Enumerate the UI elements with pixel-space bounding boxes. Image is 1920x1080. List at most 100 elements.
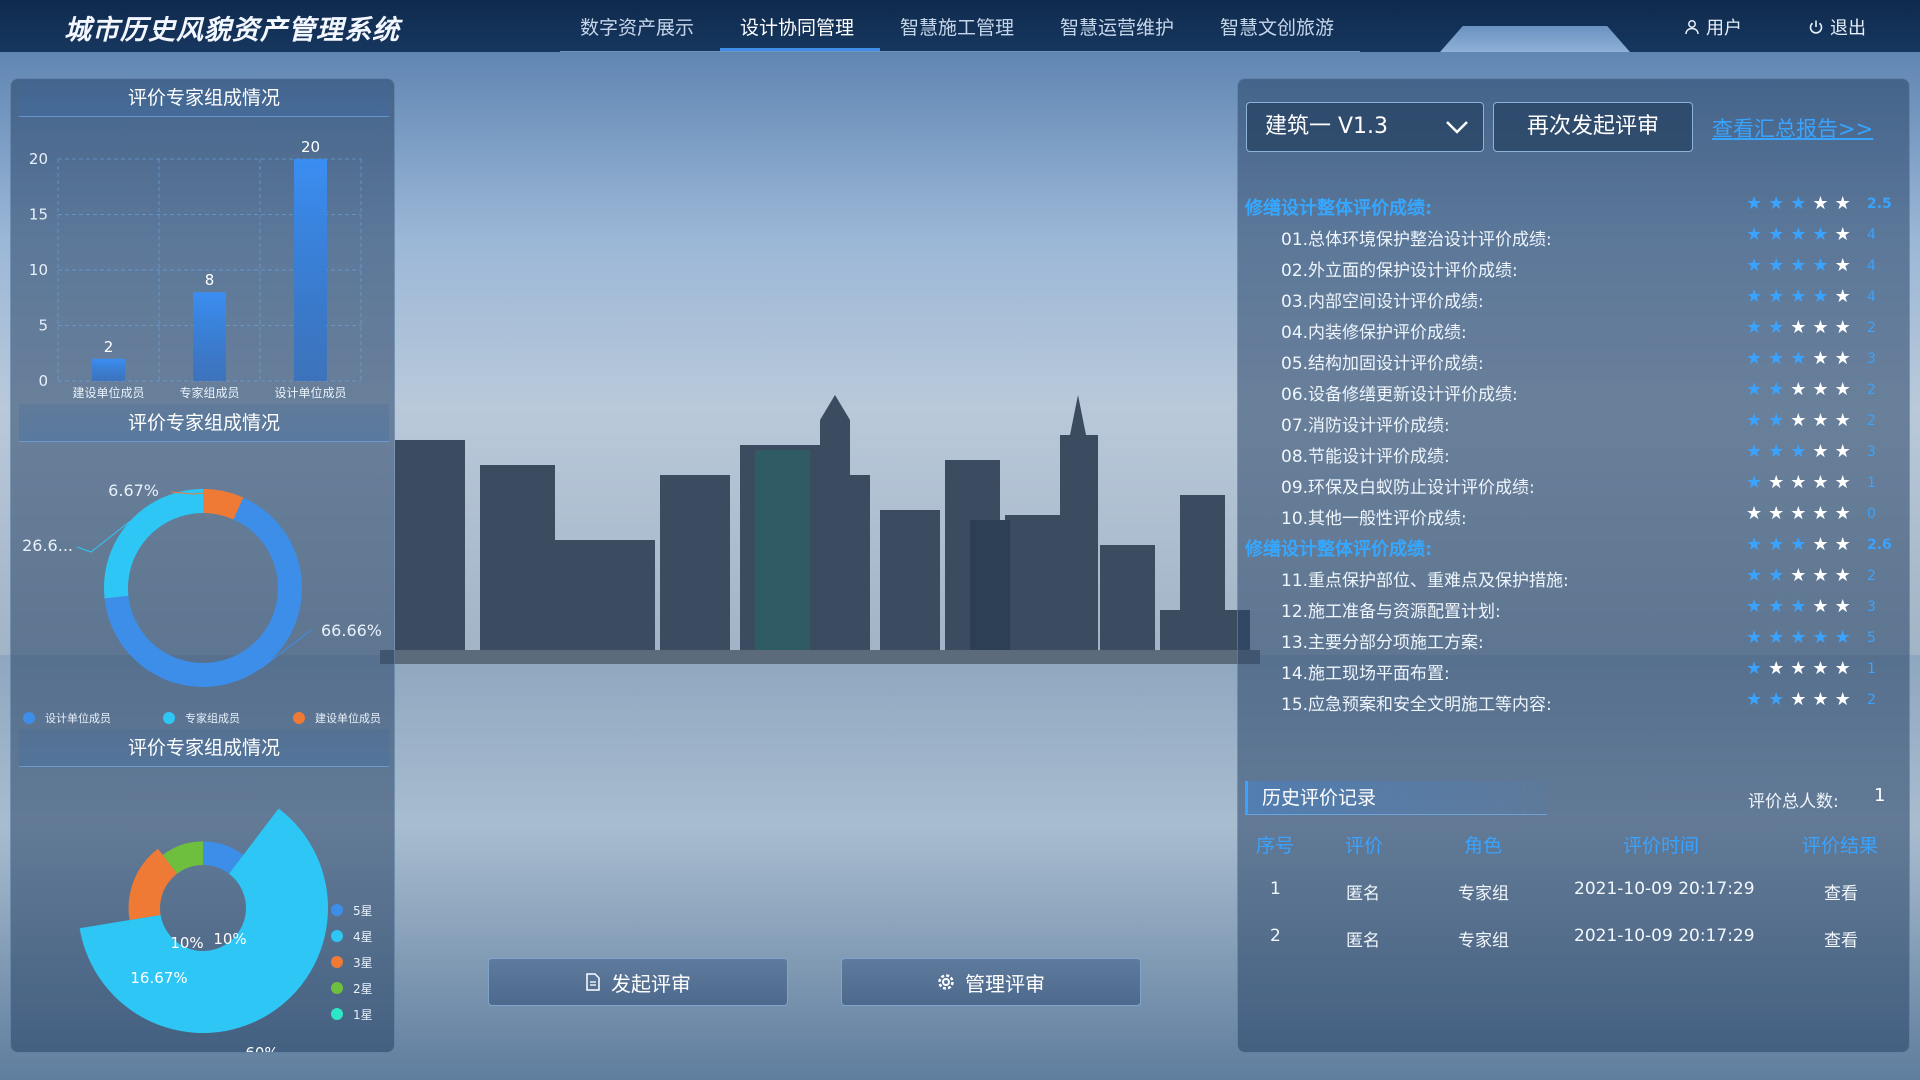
star-icon: ★ xyxy=(1768,193,1791,214)
cell-time: 2021-10-09 20:17:29 xyxy=(1574,879,1755,899)
tab-smart-construction[interactable]: 智慧施工管理 xyxy=(900,13,1014,40)
slice-percent-label: 16.67% xyxy=(130,969,187,987)
star-icon: ★ xyxy=(1768,472,1791,493)
y-tick-label: 15 xyxy=(29,206,48,224)
star-rating: ★★★★★ xyxy=(1746,627,1857,648)
slice-percent-label: 10% xyxy=(213,930,246,948)
star-icon: ★ xyxy=(1812,317,1835,338)
star-icon: ★ xyxy=(1790,503,1813,524)
score-value: 2 xyxy=(1867,568,1876,584)
star-icon: ★ xyxy=(1812,689,1835,710)
bar-value-label: 2 xyxy=(104,338,114,356)
left-stats-panel: 评价专家组成情况 0 5 10 15 20 2 建设单位成员 8 专家组成员 20 设计单位成员 评… xyxy=(10,78,395,1053)
star-rating: ★★★★★ xyxy=(1746,689,1857,710)
user-label: 用户 xyxy=(1706,18,1742,39)
start-review-button[interactable]: 发起评审 xyxy=(488,958,788,1006)
score-value: 3 xyxy=(1867,351,1876,367)
score-value: 4 xyxy=(1867,258,1876,274)
star-icon: ★ xyxy=(1834,348,1857,369)
donut-slice xyxy=(104,489,203,599)
tab-digital-assets[interactable]: 数字资产展示 xyxy=(580,13,694,40)
star-icon: ★ xyxy=(1834,596,1857,617)
score-section-header: 修缮设计整体评价成绩: ★★★★★ 2.5 xyxy=(1238,190,1911,220)
star-icon: ★ xyxy=(1834,224,1857,245)
star-icon: ★ xyxy=(1768,317,1791,338)
user-menu[interactable]: 用户 xyxy=(1684,14,1742,40)
reissue-review-button[interactable]: 再次发起评审 xyxy=(1493,102,1693,152)
star-icon: ★ xyxy=(1834,317,1857,338)
star-rating: ★★★★★ xyxy=(1746,410,1857,431)
star-rating: ★★★★★ xyxy=(1746,658,1857,679)
score-item: 02.外立面的保护设计评价成绩: ★★★★★ 4 xyxy=(1238,252,1911,282)
bar xyxy=(92,358,125,381)
cell-eval: 匿名 xyxy=(1346,931,1380,951)
star-icon: ★ xyxy=(1768,224,1791,245)
star-icon: ★ xyxy=(1790,689,1813,710)
star-icon: ★ xyxy=(1812,658,1835,679)
score-label: 08.节能设计评价成绩: xyxy=(1281,447,1450,467)
legend-swatch xyxy=(331,982,343,994)
score-item: 03.内部空间设计评价成绩: ★★★★★ 4 xyxy=(1238,283,1911,313)
score-value: 2 xyxy=(1867,692,1876,708)
version-select[interactable]: 建筑一 V1.3 xyxy=(1246,102,1484,152)
star-icon: ★ xyxy=(1768,565,1791,586)
star-icon: ★ xyxy=(1768,534,1791,555)
manage-review-button[interactable]: 管理评审 xyxy=(841,958,1141,1006)
version-select-value: 建筑一 V1.3 xyxy=(1265,114,1389,139)
star-icon: ★ xyxy=(1834,255,1857,276)
view-report-link[interactable]: 查看汇总报告>> xyxy=(1712,113,1873,143)
score-item: 14.施工现场平面布置: ★★★★★ 1 xyxy=(1238,655,1911,685)
star-icon: ★ xyxy=(1834,410,1857,431)
eval-count-label: 评价总人数: xyxy=(1748,792,1839,812)
star-icon: ★ xyxy=(1768,348,1791,369)
star-rating: ★★★★★ xyxy=(1746,317,1857,338)
score-value: 4 xyxy=(1867,289,1876,305)
score-item: 01.总体环境保护整治设计评价成绩: ★★★★★ 4 xyxy=(1238,221,1911,251)
star-rating: ★★★★★ xyxy=(1746,472,1857,493)
star-icon: ★ xyxy=(1746,658,1769,679)
cell-role: 专家组 xyxy=(1458,884,1509,904)
star-icon: ★ xyxy=(1746,565,1769,586)
score-value: 0 xyxy=(1867,506,1876,522)
star-icon: ★ xyxy=(1812,410,1835,431)
header-decoration xyxy=(1440,26,1630,52)
tab-smart-operation[interactable]: 智慧运营维护 xyxy=(1060,13,1174,40)
legend-label: 2星 xyxy=(353,982,373,996)
star-icon: ★ xyxy=(1790,317,1813,338)
slice-percent-label: 6.67% xyxy=(108,481,159,500)
slice-percent-label: 10% xyxy=(170,934,203,952)
score-value: 1 xyxy=(1867,475,1876,491)
star-icon: ★ xyxy=(1812,255,1835,276)
tab-smart-tourism[interactable]: 智慧文创旅游 xyxy=(1220,13,1334,40)
star-icon: ★ xyxy=(1834,534,1857,555)
bar-value-label: 8 xyxy=(205,271,215,289)
score-label: 06.设备修缮更新设计评价成绩: xyxy=(1281,385,1518,405)
star-icon: ★ xyxy=(1834,286,1857,307)
star-icon: ★ xyxy=(1746,224,1769,245)
view-result-link[interactable]: 查看 xyxy=(1824,879,1858,904)
star-icon: ★ xyxy=(1834,503,1857,524)
star-icon: ★ xyxy=(1812,596,1835,617)
score-item: 13.主要分部分项施工方案: ★★★★★ 5 xyxy=(1238,624,1911,654)
star-icon: ★ xyxy=(1812,627,1835,648)
star-icon: ★ xyxy=(1790,441,1813,462)
star-icon: ★ xyxy=(1834,193,1857,214)
star-icon: ★ xyxy=(1746,317,1769,338)
score-value: 2.5 xyxy=(1867,196,1892,212)
logout-button[interactable]: 退出 xyxy=(1808,14,1866,40)
score-label: 07.消防设计评价成绩: xyxy=(1281,416,1450,436)
view-result-link[interactable]: 查看 xyxy=(1824,926,1858,951)
bar-value-label: 20 xyxy=(301,138,320,156)
score-value: 2 xyxy=(1867,382,1876,398)
legend-label: 4星 xyxy=(353,930,373,944)
tab-design-collaboration[interactable]: 设计协同管理 xyxy=(740,13,854,40)
star-icon: ★ xyxy=(1812,193,1835,214)
bar-chart-title: 评价专家组成情况 xyxy=(19,79,389,117)
score-label: 03.内部空间设计评价成绩: xyxy=(1281,292,1484,312)
score-label: 15.应急预案和安全文明施工等内容: xyxy=(1281,695,1552,715)
star-icon: ★ xyxy=(1768,286,1791,307)
star-icon: ★ xyxy=(1834,472,1857,493)
star-icon: ★ xyxy=(1834,565,1857,586)
star-icon: ★ xyxy=(1746,596,1769,617)
score-value: 3 xyxy=(1867,444,1876,460)
